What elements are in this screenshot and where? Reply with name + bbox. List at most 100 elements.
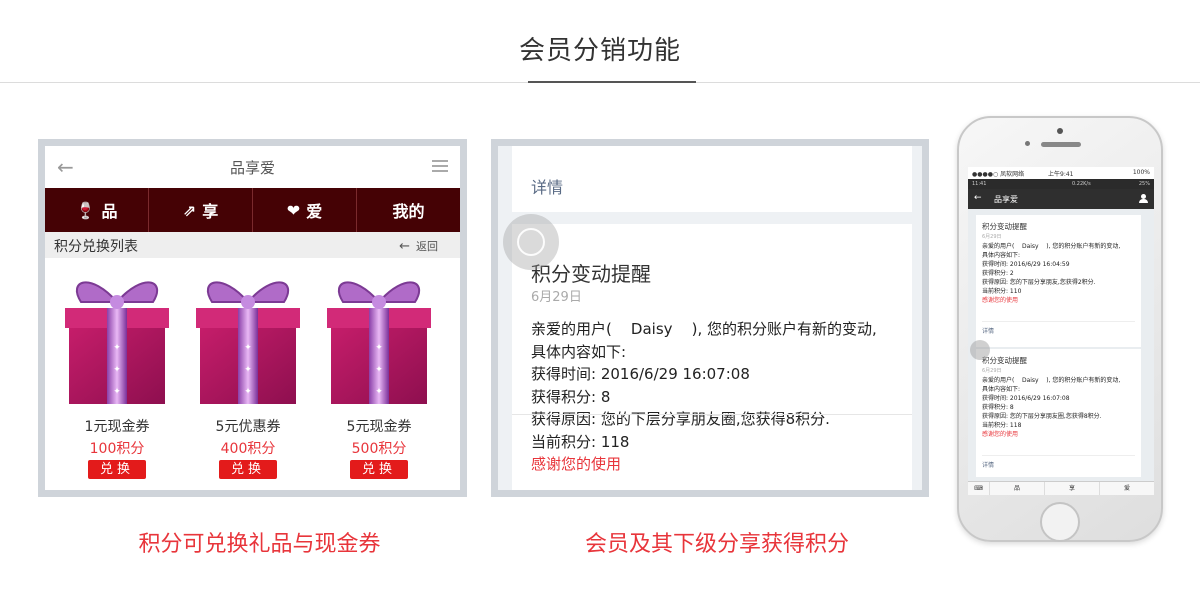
- phone-card-title: 积分变动提醒: [982, 356, 1027, 365]
- svg-text:✦: ✦: [113, 343, 121, 353]
- phone-detail-link[interactable]: 详情: [982, 326, 994, 335]
- gift-item[interactable]: ✦ ✦ ✦ 5元现金券 500积分 兑换: [323, 272, 435, 479]
- share-caption: 会员及其下级分享获得积分: [584, 532, 849, 557]
- wine-glass-icon: 🍷: [75, 200, 96, 220]
- touch-indicator: [503, 214, 559, 270]
- nav-item-label: 我的: [392, 202, 425, 221]
- phone-card-date: 6月29日: [982, 234, 1002, 240]
- gift-name: 5元优惠券: [215, 419, 281, 435]
- notification-line: 获得原因: 您的下层分享朋友圈,您获得8积分.: [531, 410, 830, 428]
- thanks-line: 感谢您的使用: [531, 455, 622, 473]
- exchange-screenshot-panel: ← 品享爱 🍷 品 ⇗ 享 ❤ 爱 我的 积分兑换列表 ← 返回 ✦ ✦ ✦ 1…: [38, 139, 467, 497]
- phone-card-line: 当前积分: 118: [982, 422, 1022, 429]
- phone-card-line: 获得时间: 2016/6/29 16:07:08: [982, 395, 1070, 402]
- gift-box-icon: ✦ ✦ ✦: [196, 281, 300, 404]
- phone-tab-bar: ⌨ 品 享 爱: [968, 481, 1154, 495]
- touch-ring: [517, 228, 545, 256]
- phone-card-line: 亲爱的用户( Daisy ), 您的积分账户有新的变动,: [982, 243, 1121, 250]
- exchange-button[interactable]: 兑换: [350, 460, 408, 479]
- notification-line: 具体内容如下:: [531, 342, 627, 361]
- svg-text:✦: ✦: [375, 343, 383, 353]
- status-time: 上午9:41: [1048, 171, 1074, 178]
- exchange-button[interactable]: 兑换: [219, 460, 277, 479]
- svg-text:✦: ✦: [375, 387, 383, 397]
- status2-left: 11:41: [972, 181, 987, 187]
- phone-card-line: 获得时间: 2016/6/29 16:04:59: [982, 261, 1070, 268]
- app-title: 品享爱: [229, 159, 275, 177]
- card-divider: [982, 321, 1135, 322]
- phone-notification-card: 积分变动提醒 6月29日 亲爱的用户( Daisy ), 您的积分账户有新的变动…: [976, 349, 1141, 477]
- gift-name: 1元现金券: [84, 419, 150, 435]
- phone-notification-card: 积分变动提醒 6月29日 亲爱的用户( Daisy ), 您的积分账户有新的变动…: [976, 215, 1141, 347]
- main-nav: 🍷 品 ⇗ 享 ❤ 爱 我的: [45, 188, 460, 232]
- return-link[interactable]: ← 返回: [399, 238, 438, 254]
- nav-item-label: 爱: [306, 202, 323, 221]
- carrier-label: ●●●●○ 凤软网络: [972, 171, 1025, 178]
- section-title: 积分兑换列表: [54, 239, 138, 255]
- phone-card-line: 具体内容如下:: [982, 386, 1021, 393]
- notification-line: 获得时间: 2016/6/29 16:07:08: [531, 365, 750, 383]
- phone-card-line: 具体内容如下:: [982, 252, 1021, 259]
- nav-item-label: 品: [101, 202, 118, 221]
- gift-points: 500积分: [351, 441, 407, 457]
- svg-text:✦: ✦: [113, 387, 121, 397]
- gift-name: 5元现金券: [346, 419, 412, 435]
- nav-item-love[interactable]: ❤ 爱: [253, 188, 357, 232]
- notification-screenshot-panel: 详情 积分变动提醒 6月29日 亲爱的用户( Daisy ), 您的积分账户有新…: [491, 139, 929, 497]
- previous-card: 详情: [512, 146, 912, 212]
- back-arrow-icon[interactable]: ←: [974, 193, 982, 203]
- phone-card-title: 积分变动提醒: [982, 222, 1027, 231]
- phone-tab-love[interactable]: 爱: [1100, 482, 1154, 495]
- nav-item-label: 享: [202, 202, 219, 221]
- phone-tab-pin[interactable]: 品: [990, 482, 1045, 495]
- gift-item[interactable]: ✦ ✦ ✦ 1元现金券 100积分 兑换: [61, 272, 173, 479]
- card-divider: [512, 414, 912, 415]
- gift-points: 400积分: [220, 441, 276, 457]
- phone-detail-link[interactable]: 详情: [982, 460, 994, 469]
- phone-card-line: 当前积分: 110: [982, 288, 1022, 295]
- nav-item-mine[interactable]: 我的: [357, 188, 460, 232]
- svg-text:✦: ✦: [375, 365, 383, 375]
- share-icon: ⇗: [182, 200, 197, 220]
- notification-date: 6月29日: [531, 290, 582, 305]
- status2-battery: 25%: [1138, 181, 1150, 187]
- phone-app-bar: ← 品享爱: [968, 189, 1154, 209]
- svg-text:✦: ✦: [244, 387, 252, 397]
- keyboard-icon[interactable]: ⌨: [968, 482, 990, 495]
- notification-line: 亲爱的用户( Daisy ), 您的积分账户有新的变动,: [531, 320, 877, 338]
- hamburger-icon[interactable]: [432, 160, 448, 172]
- phone-card-line: 获得积分: 8: [982, 404, 1014, 411]
- gift-box-icon: ✦ ✦ ✦: [327, 281, 431, 404]
- notification-line: 当前积分: 118: [531, 432, 630, 451]
- section-header: 积分兑换列表 ← 返回: [45, 232, 460, 258]
- svg-text:✦: ✦: [244, 343, 252, 353]
- phone-card-line: 亲爱的用户( Daisy ), 您的积分账户有新的变动,: [982, 377, 1121, 384]
- gift-points: 100积分: [89, 441, 145, 457]
- gift-item[interactable]: ✦ ✦ ✦ 5元优惠券 400积分 兑换: [192, 272, 304, 479]
- touch-indicator: [970, 340, 990, 360]
- battery-label: 100%: [1132, 169, 1150, 176]
- phone-card-date: 6月29日: [982, 368, 1002, 374]
- phone-card-line: 获得原因: 您的下层分享朋友,您获得2积分.: [982, 279, 1096, 286]
- detail-link[interactable]: 详情: [531, 174, 563, 198]
- user-icon[interactable]: [1139, 194, 1148, 204]
- phone-mockup: ●●●●○ 凤软网络 上午9:41 100% 11:41 0.22K/s 25%…: [957, 116, 1163, 542]
- phone-card-body: 亲爱的用户( Daisy ), 您的积分账户有新的变动, 具体内容如下: 获得时…: [982, 376, 1120, 439]
- phone-screen: ●●●●○ 凤软网络 上午9:41 100% 11:41 0.22K/s 25%…: [968, 167, 1154, 495]
- phone-tab-share[interactable]: 享: [1045, 482, 1100, 495]
- exchange-caption: 积分可兑换礼品与现金券: [138, 532, 381, 557]
- heart-icon: ❤: [286, 200, 301, 220]
- points-notification-card: 积分变动提醒 6月29日 亲爱的用户( Daisy ), 您的积分账户有新的变动…: [512, 224, 912, 490]
- ios-status-bar: ●●●●○ 凤软网络 上午9:41 100%: [968, 167, 1154, 179]
- nav-item-share[interactable]: ⇗ 享: [149, 188, 253, 232]
- title-underline: [528, 81, 696, 83]
- notification-body: 亲爱的用户( Daisy ), 您的积分账户有新的变动, 具体内容如下: 获得时…: [531, 318, 877, 476]
- nav-item-pin[interactable]: 🍷 品: [45, 188, 149, 232]
- phone-sensor: [1025, 141, 1030, 146]
- exchange-button[interactable]: 兑换: [88, 460, 146, 479]
- page-title: 会员分销功能: [518, 36, 681, 66]
- home-button[interactable]: [1040, 502, 1080, 542]
- phone-app-title: 品享爱: [994, 195, 1018, 204]
- return-label: 返回: [416, 240, 438, 253]
- phone-card-line: 获得原因: 您的下层分享朋友圈,您获得8积分.: [982, 413, 1102, 420]
